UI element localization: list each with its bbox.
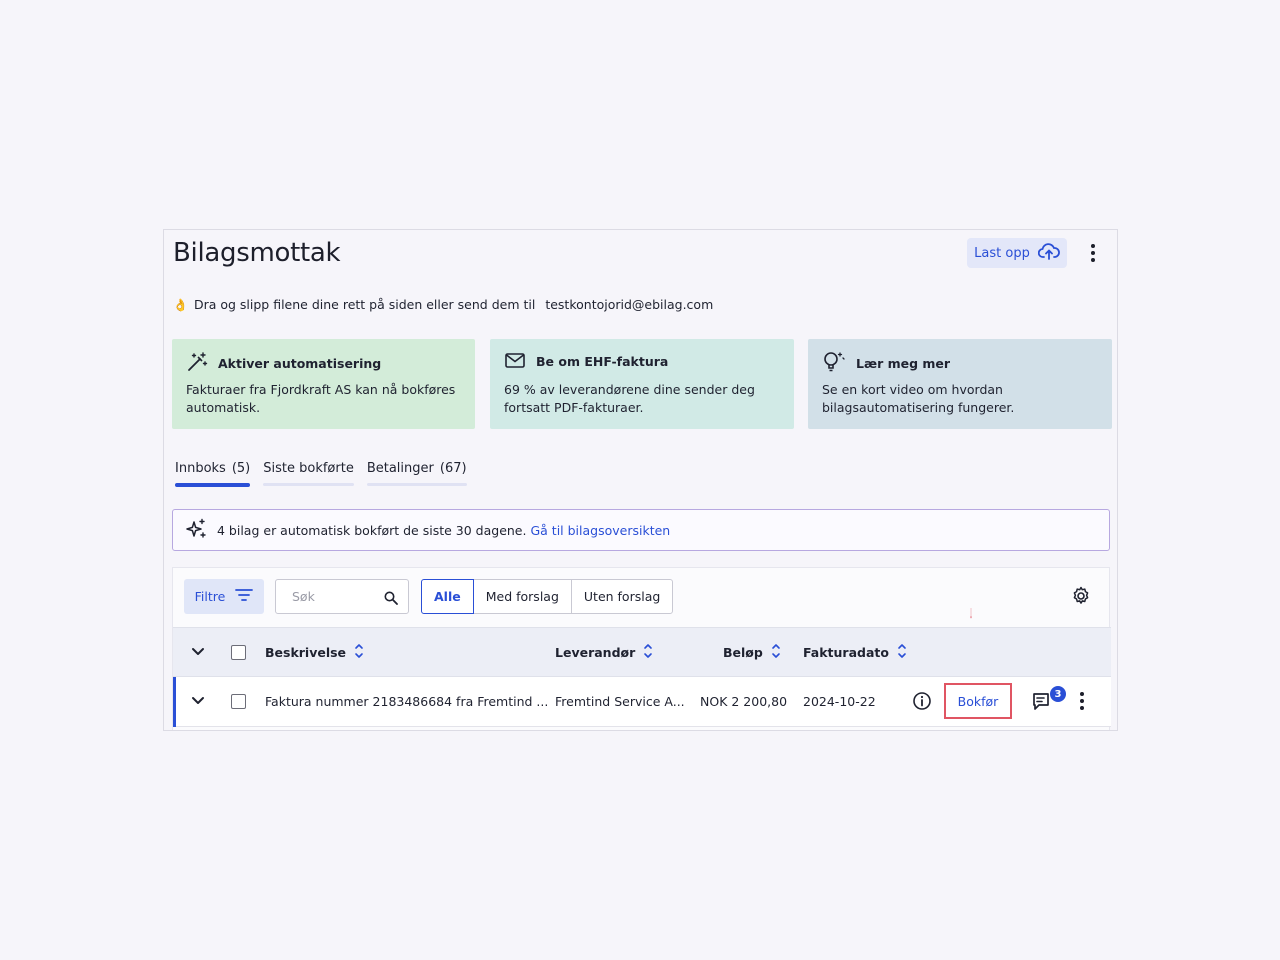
tab-payments[interactable]: Betalinger (67) [366, 461, 467, 486]
magic-wand-icon [186, 351, 208, 376]
card-title: Be om EHF-faktura [536, 354, 669, 369]
tab-recent-posted[interactable]: Siste bokførte [263, 461, 354, 486]
sort-icon [897, 642, 907, 663]
sort-icon [771, 642, 781, 663]
comments-button[interactable]: 3 [1032, 677, 1066, 725]
filter-icon [235, 588, 254, 605]
filter-button[interactable]: Filtre [184, 579, 264, 614]
cloud-upload-icon [1037, 242, 1060, 264]
row-amount: NOK 2 200,80 [700, 693, 788, 709]
tab-count: (67) [439, 461, 467, 476]
info-icon[interactable] [912, 677, 932, 725]
annotation-arrow [970, 608, 972, 619]
tab-indicator [263, 483, 354, 486]
comment-icon [1032, 693, 1056, 716]
hint-text: Dra og slipp filene dine rett på siden e… [193, 297, 536, 312]
upload-hint: 👌 Dra og slipp filene dine rett på siden… [173, 297, 713, 312]
segment-all[interactable]: Alle [421, 579, 474, 614]
filter-label: Filtre [194, 589, 226, 604]
row-invoice-date: 2024-10-22 [803, 693, 876, 709]
tab-indicator [366, 483, 467, 486]
comment-count-badge: 3 [1050, 686, 1066, 702]
chevron-down-icon[interactable] [191, 628, 205, 676]
tab-inbox[interactable]: Innboks (5) [175, 461, 251, 487]
card-ehf[interactable]: Be om EHF-faktura 69 % av leverandørene … [490, 339, 794, 429]
upload-label: Last opp [974, 245, 1030, 261]
hint-email: testkontojorid@ebilag.com [545, 297, 714, 312]
row-selection-indicator [173, 677, 176, 727]
card-title: Lær meg mer [856, 356, 951, 371]
sparkle-icon [185, 518, 207, 543]
segment-without-suggestion[interactable]: Uten forslag [570, 579, 674, 614]
card-title: Aktiver automatisering [218, 356, 382, 371]
search-icon [384, 590, 398, 609]
banner-text: 4 bilag er automatisk bokført de siste 3… [217, 522, 527, 538]
sort-icon [643, 642, 653, 663]
card-body: Fakturaer fra Fjordkraft AS kan nå bokfø… [186, 382, 456, 415]
card-learn-more[interactable]: Lær meg mer Se en kort video om hvordan … [808, 339, 1112, 429]
ok-hand-icon: 👌 [173, 297, 188, 312]
post-button[interactable]: Bokfør [944, 683, 1012, 719]
automation-banner: 4 bilag er automatisk bokført de siste 3… [172, 509, 1110, 551]
upload-button[interactable]: Last opp [967, 238, 1067, 268]
row-description: Faktura nummer 2183486684 fra Fremtind .… [265, 693, 549, 709]
tab-indicator [175, 483, 251, 487]
column-header-amount[interactable]: Beløp [723, 628, 781, 676]
card-body: Se en kort video om hvordan bilagsautoma… [822, 382, 1015, 415]
column-header-description[interactable]: Beskrivelse [265, 628, 364, 676]
card-automation[interactable]: Aktiver automatisering Fakturaer fra Fjo… [172, 339, 475, 429]
row-more-options-icon[interactable] [1080, 677, 1084, 725]
tab-count: (5) [231, 461, 251, 476]
select-all-checkbox[interactable] [231, 644, 246, 660]
banner-link[interactable]: Gå til bilagsoversikten [530, 523, 670, 538]
search-input[interactable] [290, 588, 384, 605]
tab-label: Betalinger [366, 461, 434, 476]
more-options-icon[interactable] [1082, 242, 1104, 264]
inbox-page: Bilagsmottak Last opp 👌 Dra og slipp fil… [163, 229, 1118, 731]
gear-icon[interactable] [1071, 586, 1091, 610]
segment-with-suggestion[interactable]: Med forslag [472, 579, 572, 614]
row-supplier: Fremtind Service A... [555, 693, 685, 709]
row-checkbox[interactable] [231, 693, 246, 709]
tab-label: Siste bokførte [263, 461, 354, 476]
card-body: 69 % av leverandørene dine sender deg fo… [504, 382, 755, 415]
lightbulb-icon [822, 351, 846, 376]
tab-bar: Innboks (5) Siste bokførte Betalinger (67) [175, 461, 467, 487]
page-title: Bilagsmottak [173, 238, 341, 268]
envelope-icon [504, 351, 526, 372]
search-field[interactable] [275, 579, 409, 614]
table-row[interactable]: Faktura nummer 2183486684 fra Fremtind .… [173, 677, 1111, 727]
suggestion-segmented-control: Alle Med forslag Uten forslag [421, 579, 674, 614]
tab-label: Innboks [175, 461, 226, 476]
chevron-down-icon[interactable] [191, 677, 205, 725]
sort-icon [354, 642, 364, 663]
column-header-invoice-date[interactable]: Fakturadato [803, 628, 907, 676]
column-header-supplier[interactable]: Leverandør [555, 628, 653, 676]
